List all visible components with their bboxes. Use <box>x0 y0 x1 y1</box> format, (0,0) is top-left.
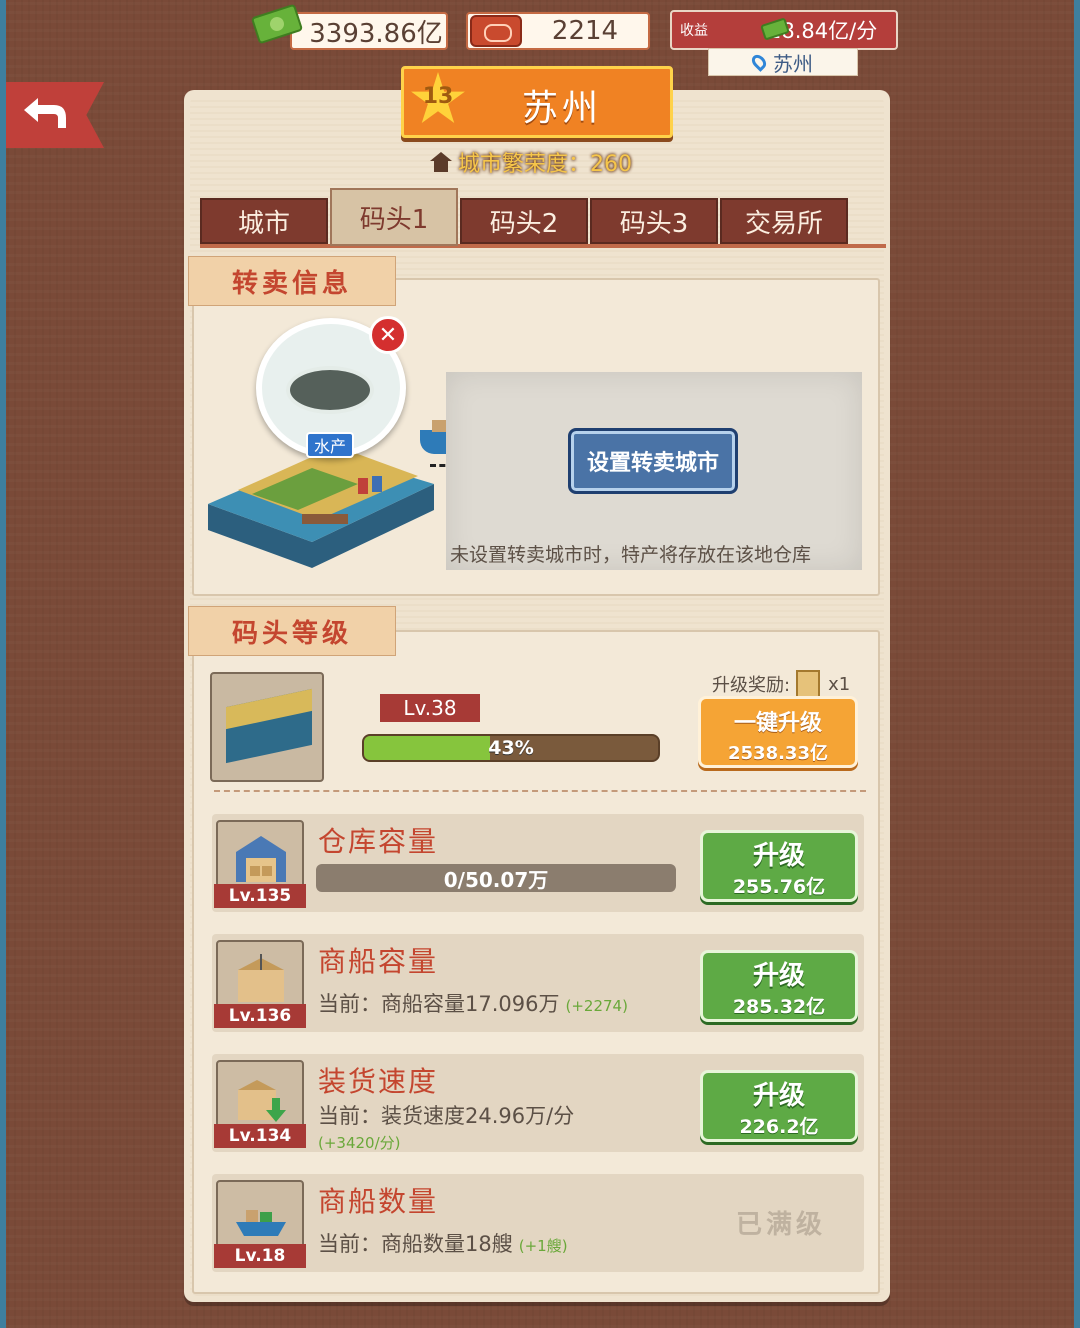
ship-capacity-current-text: 当前：商船容量17.096万 <box>318 992 560 1016</box>
resale-note: 未设置转卖城市时，特产将存放在该地仓库 <box>450 544 812 566</box>
upgrade-row-warehouse: Lv.135 仓库容量 0/50.07万 升级 255.76亿 <box>212 814 864 912</box>
tab-dock-2[interactable]: 码头2 <box>460 198 588 244</box>
ship-count-title: 商船数量 <box>318 1185 439 1218</box>
divider <box>214 790 866 792</box>
ship-capacity-level: Lv.136 <box>214 1004 306 1028</box>
loading-speed-title: 装货速度 <box>318 1065 439 1098</box>
ship-capacity-title: 商船容量 <box>318 945 439 978</box>
warehouse-icon <box>236 836 286 882</box>
container-icon <box>238 954 284 1002</box>
max-level-label: 已满级 <box>736 1210 827 1240</box>
progress-text: 43% <box>488 737 534 759</box>
upgrade-cost: 255.76亿 <box>732 876 826 898</box>
city-level: 13 <box>422 84 454 109</box>
upgrade-label: 升级 <box>752 1081 805 1111</box>
income-label: 收益 <box>680 23 708 39</box>
dock-level-progress: 43% <box>362 734 660 762</box>
upgrade-row-ship-count: Lv.18 商船数量 当前：商船数量18艘 (+1艘) 已满级 <box>212 1174 864 1272</box>
dock-level-header: 码头等级 <box>188 606 396 656</box>
tab-dock-3[interactable]: 码头3 <box>590 198 718 244</box>
warehouse-capacity-bar: 0/50.07万 <box>316 864 676 892</box>
tab-dock-1[interactable]: 码头1 <box>330 188 458 246</box>
warehouse-title: 仓库容量 <box>318 825 439 858</box>
house-icon <box>430 152 452 172</box>
ticket-value: 2214 <box>551 16 619 46</box>
ship-count-delta: (+1艘) <box>518 1237 568 1255</box>
screen-edge-right <box>1074 0 1080 1328</box>
dock-thumbnail <box>210 672 324 782</box>
ship-count-current: 当前：商船数量18艘 (+1艘) <box>318 1228 568 1258</box>
ship-count-level: Lv.18 <box>214 1244 306 1268</box>
tab-city[interactable]: 城市 <box>200 198 328 244</box>
one-key-label: 一键升级 <box>733 711 822 736</box>
upgrade-row-loading-speed: Lv.134 装货速度 当前：装货速度24.96万/分 (+3420/分) 升级… <box>212 1054 864 1152</box>
loading-speed-current: 当前：装货速度24.96万/分 <box>318 1104 575 1128</box>
loading-speed-delta: (+3420/分) <box>318 1134 401 1152</box>
upgrade-row-ship-capacity: Lv.136 商船容量 当前：商船容量17.096万 (+2274) 升级 285… <box>212 934 864 1032</box>
tab-bar: 城市 码头1 码头2 码头3 交易所 <box>200 188 886 248</box>
upgrade-label: 升级 <box>752 961 805 991</box>
upgrade-reward: 升级奖励: x1 <box>712 670 850 698</box>
prosperity-label: 城市繁荣度：260 <box>430 146 632 178</box>
warehouse-level: Lv.135 <box>214 884 306 908</box>
remove-product-button[interactable]: ✕ <box>369 316 407 354</box>
money-counter: 3393.86亿 <box>290 12 448 50</box>
dock-level-label: Lv.38 <box>380 694 480 722</box>
one-key-upgrade-button[interactable]: 一键升级 2538.33亿 <box>698 696 858 768</box>
one-key-cost: 2538.33亿 <box>728 743 828 764</box>
location-label[interactable]: 苏州 <box>708 48 858 76</box>
ship-capacity-upgrade-button[interactable]: 升级 285.32亿 <box>700 950 858 1022</box>
product-tag: 水产 <box>306 432 354 458</box>
location-text: 苏州 <box>773 51 813 76</box>
reward-count: x1 <box>828 673 851 695</box>
ship-capacity-current: 当前：商船容量17.096万 (+2274) <box>318 988 628 1018</box>
ticket-icon <box>470 15 522 47</box>
back-button[interactable] <box>6 82 104 148</box>
reward-label: 升级奖励: <box>712 675 791 696</box>
upgrade-cost: 285.32亿 <box>732 996 826 1018</box>
upgrade-label: 升级 <box>752 841 805 871</box>
warehouse-upgrade-button[interactable]: 升级 255.76亿 <box>700 830 858 902</box>
ship-count-current-text: 当前：商船数量18艘 <box>318 1232 513 1256</box>
reward-card-icon <box>796 670 821 698</box>
upgrade-cost: 226.2亿 <box>739 1116 819 1138</box>
income-panel: 收益 28.84亿/分 <box>670 10 898 50</box>
location-pin-icon <box>749 52 769 72</box>
screen-edge-left <box>0 0 6 1328</box>
resale-header: 转卖信息 <box>188 256 396 306</box>
tab-exchange[interactable]: 交易所 <box>720 198 848 244</box>
prosperity-text: 城市繁荣度：260 <box>458 152 632 177</box>
money-value: 3393.86亿 <box>309 18 443 49</box>
ship-capacity-delta: (+2274) <box>565 997 628 1015</box>
loading-speed-level: Lv.134 <box>214 1124 306 1148</box>
city-name: 苏州 <box>522 88 603 129</box>
loading-arrow-icon <box>238 1080 286 1122</box>
back-arrow-icon <box>24 98 66 128</box>
loading-speed-upgrade-button[interactable]: 升级 226.2亿 <box>700 1070 858 1142</box>
ship-icon <box>236 1210 286 1236</box>
fish-icon <box>286 366 374 414</box>
set-resale-city-button[interactable]: 设置转卖城市 <box>568 428 738 494</box>
